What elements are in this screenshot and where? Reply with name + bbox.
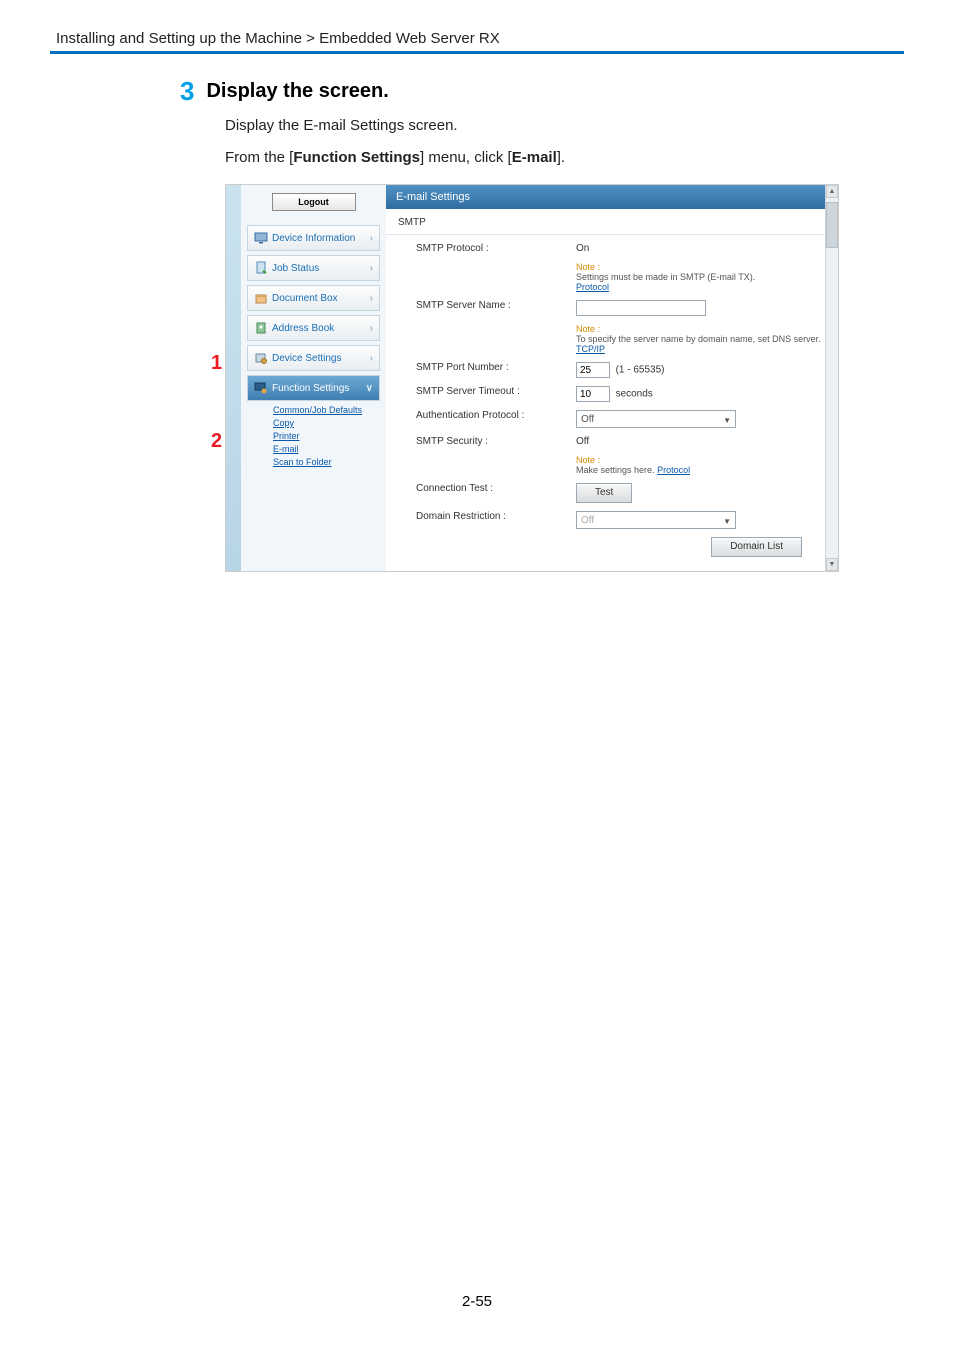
- port-range: (1 - 65535): [616, 365, 665, 376]
- auth-protocol-select[interactable]: Off▼: [576, 410, 736, 428]
- step-title: Display the screen.: [206, 78, 388, 103]
- chevron-down-icon: ▼: [723, 416, 731, 425]
- instruction-line-1: Display the E-mail Settings screen.: [225, 114, 904, 138]
- sidebar-item-job-status[interactable]: Job Status ›: [247, 255, 380, 281]
- smtp-timeout-label: SMTP Server Timeout :: [416, 386, 576, 397]
- smtp-security-label: SMTP Security :: [416, 436, 576, 447]
- smtp-protocol-label: SMTP Protocol :: [416, 243, 576, 254]
- document-icon: [254, 261, 268, 275]
- sidebar-label: Function Settings: [272, 383, 349, 394]
- callout-1: 1: [211, 352, 222, 375]
- sublink-scan-to-folder[interactable]: Scan to Folder: [273, 457, 380, 467]
- step-number: 3: [180, 78, 194, 104]
- address-book-icon: [254, 321, 268, 335]
- sidebar-item-document-box[interactable]: Document Box ›: [247, 285, 380, 311]
- domain-list-button[interactable]: Domain List: [711, 537, 802, 557]
- sidebar-label: Device Settings: [272, 353, 341, 364]
- sidebar-item-device-information[interactable]: Device Information ›: [247, 225, 380, 251]
- smtp-server-name-input[interactable]: [576, 300, 706, 316]
- scroll-up-icon[interactable]: ▲: [826, 185, 838, 198]
- sidebar: Logout Device Information › Job Status ›…: [241, 185, 386, 571]
- chevron-right-icon: ›: [370, 263, 373, 274]
- header-rule: [50, 51, 904, 54]
- sublink-printer[interactable]: Printer: [273, 431, 380, 441]
- auth-protocol-label: Authentication Protocol :: [416, 410, 576, 421]
- smtp-port-label: SMTP Port Number :: [416, 362, 576, 373]
- sidebar-label: Job Status: [272, 263, 319, 274]
- tcpip-link[interactable]: TCP/IP: [576, 344, 605, 354]
- instruction-line-2: From the [Function Settings] menu, click…: [225, 146, 904, 170]
- printer-gear-icon: [254, 351, 268, 365]
- note-label: Note :: [576, 324, 822, 334]
- sidebar-label: Address Book: [272, 323, 334, 334]
- settings-panel: E-mail Settings SMTP SMTP Protocol : On …: [386, 185, 838, 571]
- note-label: Note :: [576, 262, 822, 272]
- sublink-email[interactable]: E-mail: [273, 444, 380, 454]
- sidebar-item-function-settings[interactable]: Function Settings ∨: [247, 375, 380, 401]
- domain-restriction-select[interactable]: Off▼: [576, 511, 736, 529]
- callout-2: 2: [211, 430, 222, 453]
- note-text: To specify the server name by domain nam…: [576, 334, 821, 344]
- protocol-link[interactable]: Protocol: [576, 282, 609, 292]
- note-text: Make settings here.: [576, 465, 655, 475]
- breadcrumb: Installing and Setting up the Machine > …: [50, 30, 904, 47]
- chevron-down-icon: ∨: [366, 383, 373, 394]
- sidebar-item-address-book[interactable]: Address Book ›: [247, 315, 380, 341]
- vertical-scrollbar[interactable]: ▲ ▼: [825, 185, 838, 571]
- protocol-link[interactable]: Protocol: [657, 465, 690, 475]
- chevron-right-icon: ›: [370, 233, 373, 244]
- screenshot: 1 2 Logout Device Information › Job Stat…: [225, 184, 839, 572]
- page-number: 2-55: [0, 1293, 954, 1310]
- connection-test-label: Connection Test :: [416, 483, 576, 494]
- sublink-copy[interactable]: Copy: [273, 418, 380, 428]
- sidebar-label: Device Information: [272, 233, 355, 244]
- logout-button[interactable]: Logout: [272, 193, 356, 211]
- smtp-protocol-value: On: [576, 243, 822, 254]
- note-label: Note :: [576, 455, 822, 465]
- chevron-down-icon: ▼: [723, 517, 731, 526]
- scroll-down-icon[interactable]: ▼: [826, 558, 838, 571]
- scroll-thumb[interactable]: [826, 202, 838, 248]
- note-text: Settings must be made in SMTP (E-mail TX…: [576, 272, 755, 282]
- smtp-timeout-input[interactable]: [576, 386, 610, 402]
- smtp-server-name-label: SMTP Server Name :: [416, 300, 576, 311]
- smtp-port-input[interactable]: [576, 362, 610, 378]
- timeout-unit: seconds: [616, 389, 653, 400]
- monitor-icon: [254, 231, 268, 245]
- monitor-gear-icon: [254, 381, 268, 395]
- smtp-security-value: Off: [576, 436, 822, 447]
- domain-restriction-label: Domain Restriction :: [416, 511, 576, 522]
- chevron-right-icon: ›: [370, 323, 373, 334]
- section-smtp: SMTP: [386, 209, 838, 235]
- panel-title: E-mail Settings: [386, 185, 838, 209]
- test-button[interactable]: Test: [576, 483, 632, 503]
- chevron-right-icon: ›: [370, 353, 373, 364]
- box-icon: [254, 291, 268, 305]
- left-gutter: [226, 185, 241, 571]
- sidebar-label: Document Box: [272, 293, 338, 304]
- sidebar-item-device-settings[interactable]: Device Settings ›: [247, 345, 380, 371]
- chevron-right-icon: ›: [370, 293, 373, 304]
- sublink-common-defaults[interactable]: Common/Job Defaults: [273, 405, 380, 415]
